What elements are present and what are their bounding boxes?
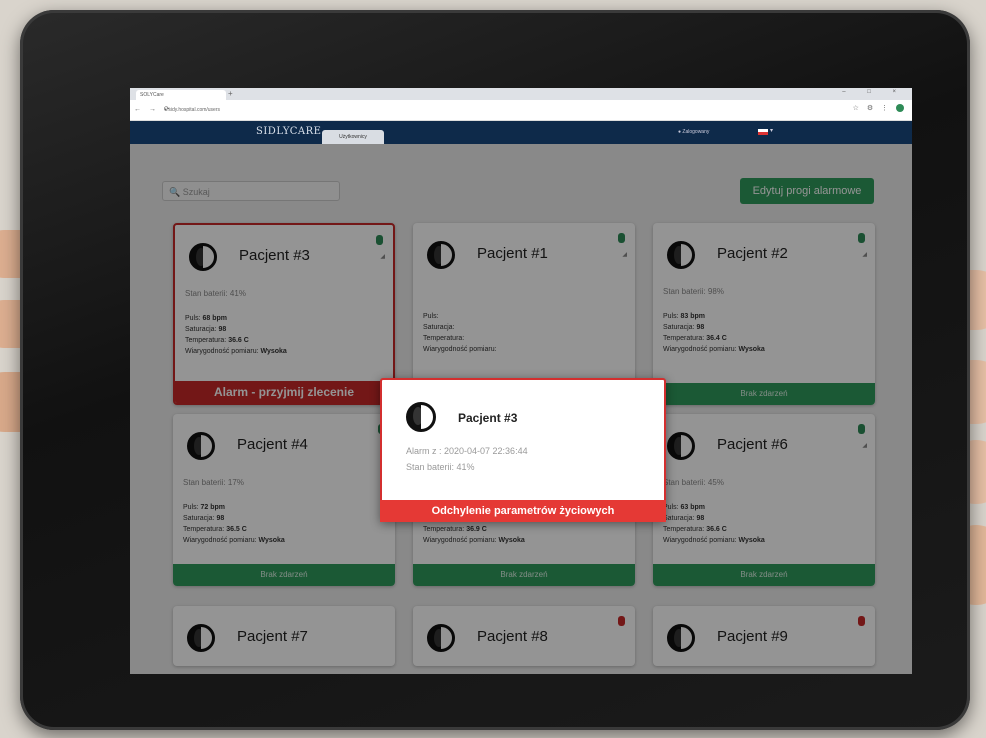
popup-alert-banner[interactable]: Odchylenie parametrów życiowych xyxy=(380,500,666,522)
app-header: SIDLYCARE Użytkownicy ● Zalogowany ▾ xyxy=(130,121,912,145)
new-tab-button[interactable]: + xyxy=(228,89,233,98)
language-flag-icon[interactable] xyxy=(758,129,768,135)
browser-address-row: ← → ⟳ ● sidy.hospital.com/users ☆ ⚙ ⋮ xyxy=(130,100,912,121)
popup-patient-name: Pacjent #3 xyxy=(458,411,518,425)
tablet-screen: SOLYCare + – □ × ← → ⟳ ● sidy.hospital.c… xyxy=(130,88,912,674)
browser-tabbar: SOLYCare + – □ × xyxy=(130,88,912,100)
profile-icon[interactable] xyxy=(896,104,904,113)
main-content: 🔍 Szukaj Edytuj progi alarmowe Pacjent #… xyxy=(130,144,912,674)
tab-users[interactable]: Użytkownicy xyxy=(322,130,384,145)
chevron-down-icon[interactable]: ▾ xyxy=(770,127,773,134)
app-logo: SIDLYCARE xyxy=(256,126,322,137)
browser-extension-icons[interactable]: ☆ ⚙ ⋮ xyxy=(853,104,904,113)
alarm-popup[interactable]: Pacjent #3 Alarm z : 2020-04-07 22:36:44… xyxy=(380,378,666,522)
address-bar[interactable]: ● sidy.hospital.com/users xyxy=(164,104,764,116)
popup-battery: Stan baterii: 41% xyxy=(406,462,475,472)
window-controls[interactable]: – □ × xyxy=(842,89,906,95)
popup-alarm-time: Alarm z : 2020-04-07 22:36:44 xyxy=(406,446,528,456)
user-status[interactable]: ● Zalogowany xyxy=(678,129,709,135)
patient-avatar-icon xyxy=(406,402,436,432)
tablet-frame: SOLYCare + – □ × ← → ⟳ ● sidy.hospital.c… xyxy=(20,10,970,730)
browser-tab[interactable]: SOLYCare xyxy=(136,90,226,100)
